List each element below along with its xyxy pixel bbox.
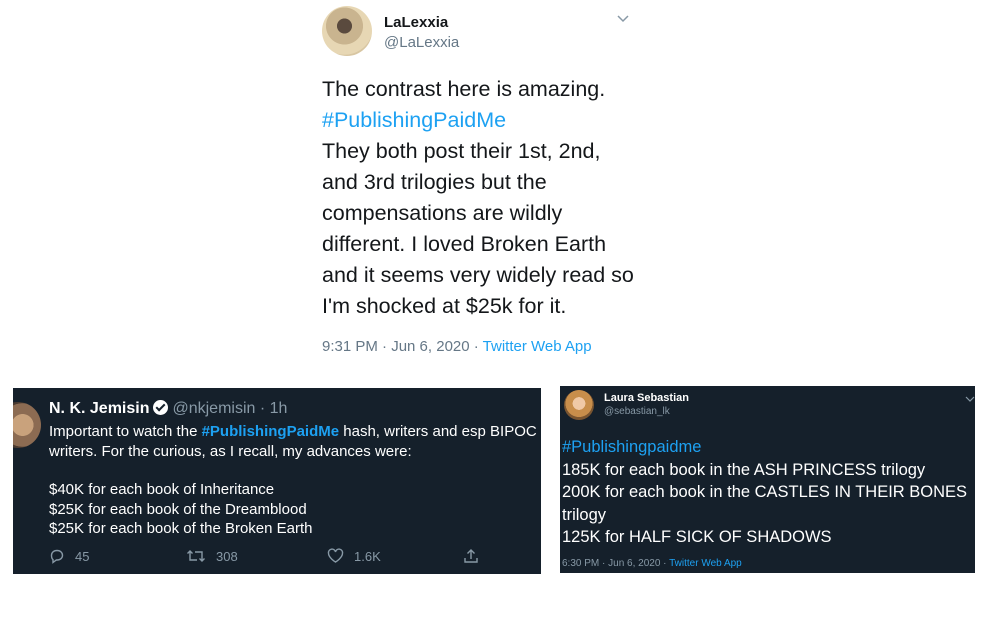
advance-line: 200K for each book in the CASTLES IN THE… [562,483,968,524]
advance-line: $25K for each book of the Dreamblood [49,500,307,518]
reply-button[interactable]: 45 [49,548,89,564]
like-count: 1.6K [354,548,381,564]
retweet-button[interactable]: 308 [186,548,238,564]
timestamp[interactable]: 9:31 PM · Jun 6, 2020 · [322,338,483,355]
hashtag-link[interactable]: #Publishingpaidme [562,436,972,459]
avatar[interactable] [564,390,594,420]
avatar[interactable] [322,6,372,56]
tweet-timestamp: 9:31 PM · Jun 6, 2020 · Twitter Web App [322,338,592,355]
tweet-actions: 45 308 1.6K [49,548,489,568]
share-icon [464,549,478,563]
heart-icon [327,548,344,563]
display-name[interactable]: Laura Sebastian [604,392,689,404]
tweet-text: Important to watch the #PublishingPaidMe… [49,422,539,539]
display-name[interactable]: LaLexxia [384,14,448,31]
handle[interactable]: @LaLexxia [384,34,459,51]
tweet-text: The contrast here is amazing. #Publishin… [322,74,642,322]
embedded-tweet-sebastian: Laura Sebastian @sebastian_lk #Publishin… [560,386,975,573]
hashtag-link[interactable]: #PublishingPaidMe [322,105,642,136]
tweet-text-body: They both post their 1st, 2nd, and 3rd t… [322,139,634,318]
embedded-tweet-jemisin: N. K. Jemisin @nkjemisin · 1h Important t… [13,388,541,574]
chevron-down-icon[interactable] [616,12,630,26]
source-link[interactable]: Twitter Web App [669,558,742,569]
avatar[interactable] [13,402,41,448]
tweet-timestamp: 6:30 PM · Jun 6, 2020 · Twitter Web App [562,558,742,569]
like-button[interactable]: 1.6K [327,548,381,564]
handle[interactable]: @sebastian_lk [604,406,670,417]
display-name[interactable]: N. K. Jemisin [49,400,149,417]
retweet-count: 308 [216,548,238,564]
advance-line: $25K for each book of the Broken Earth [49,520,313,537]
source-link[interactable]: Twitter Web App [483,338,592,355]
reply-count: 45 [75,548,90,564]
advance-line: 185K for each book in the ASH PRINCESS t… [562,460,926,479]
tweet-text-pre: Important to watch the [49,423,202,440]
retweet-icon [187,550,205,562]
tweet-text-line: The contrast here is amazing. [322,77,606,101]
chevron-down-icon[interactable] [965,394,975,404]
handle-time[interactable]: @nkjemisin · 1h [172,400,287,417]
tweet-header: N. K. Jemisin @nkjemisin · 1h [49,400,287,418]
hashtag-link[interactable]: #PublishingPaidMe [202,423,340,440]
verified-badge-icon [153,400,169,415]
advance-line: $40K for each book of Inheritance [49,481,275,498]
advance-line: 125K for HALF SICK OF SHADOWS [562,528,832,546]
reply-icon [50,549,64,564]
timestamp[interactable]: 6:30 PM · Jun 6, 2020 · [562,558,669,569]
tweet-text: #Publishingpaidme 185K for each book in … [562,436,972,549]
share-button[interactable] [463,548,479,564]
